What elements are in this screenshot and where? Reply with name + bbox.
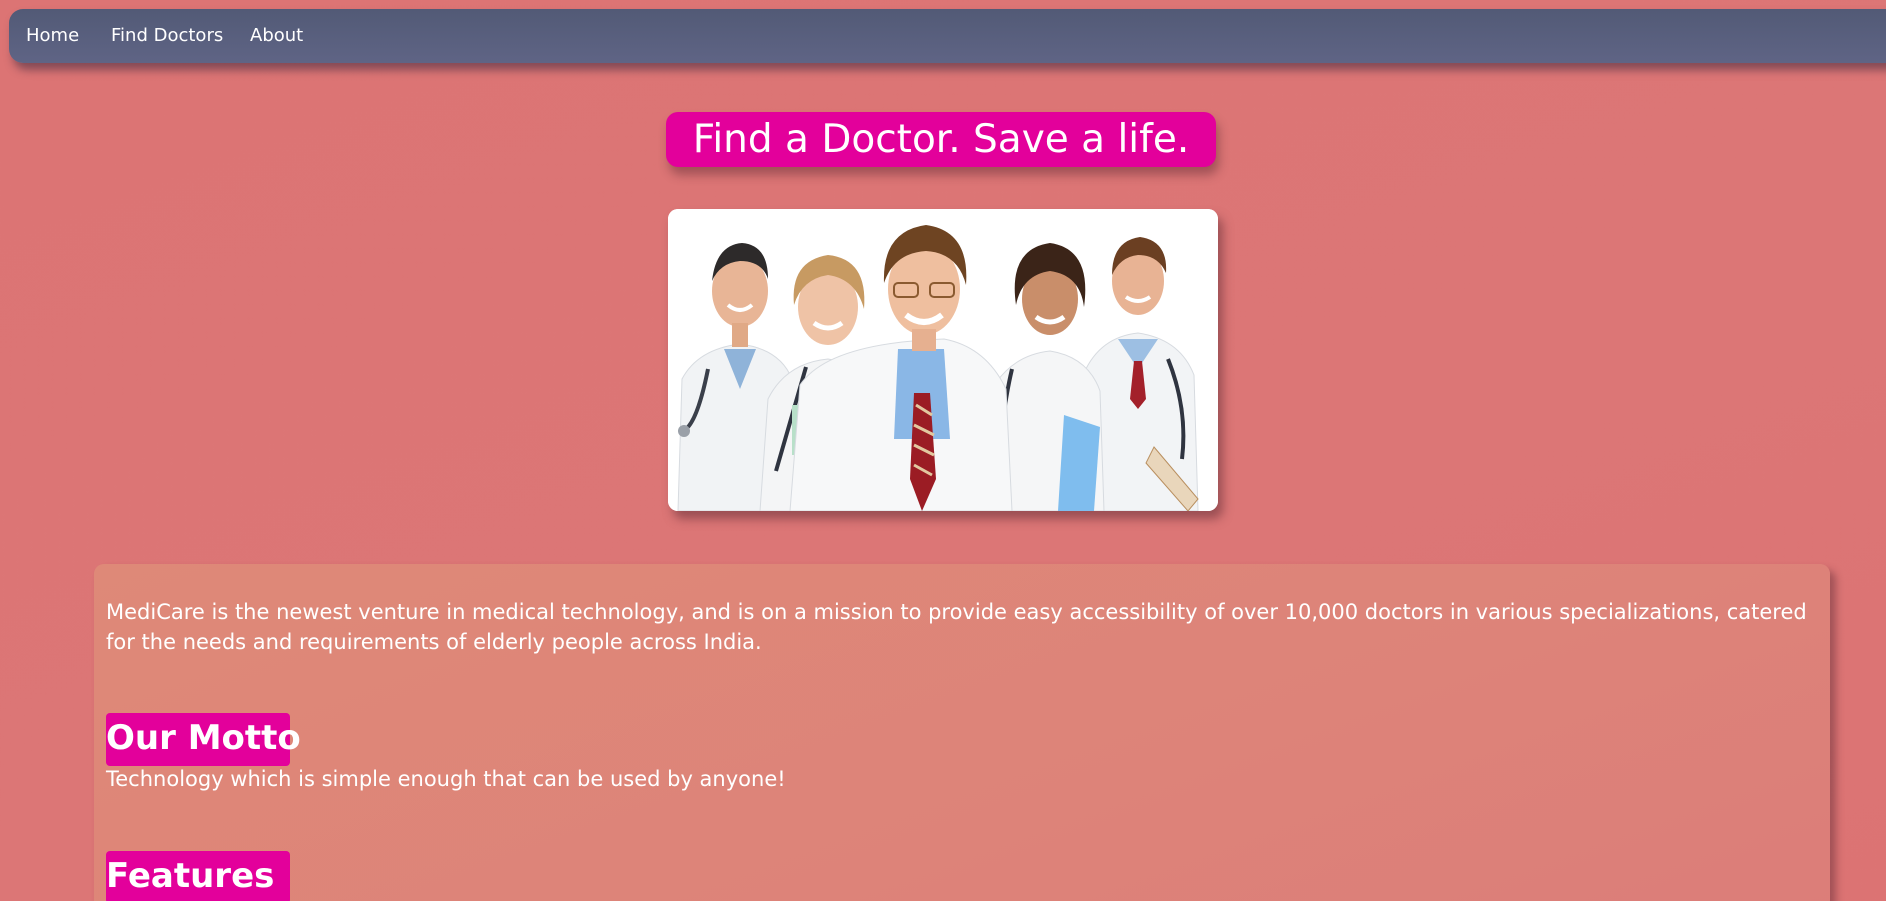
doctors-illustration	[668, 209, 1218, 511]
nav-find-doctors-link[interactable]: Find Doctors	[111, 25, 223, 46]
intro-paragraph: MediCare is the newest venture in medica…	[106, 600, 1807, 654]
about-content-card: MediCare is the newest venture in medica…	[94, 564, 1830, 901]
hero-title: Find a Doctor. Save a life.	[666, 112, 1216, 167]
features-heading: Features	[106, 851, 290, 901]
nav-home-link[interactable]: Home	[26, 25, 79, 46]
doctors-team-image	[668, 209, 1218, 511]
motto-heading: Our Motto	[106, 713, 301, 767]
navbar: Home Find Doctors About	[9, 9, 1886, 63]
nav-about-link[interactable]: About	[250, 25, 303, 46]
motto-text: Technology which is simple enough that c…	[106, 767, 786, 791]
